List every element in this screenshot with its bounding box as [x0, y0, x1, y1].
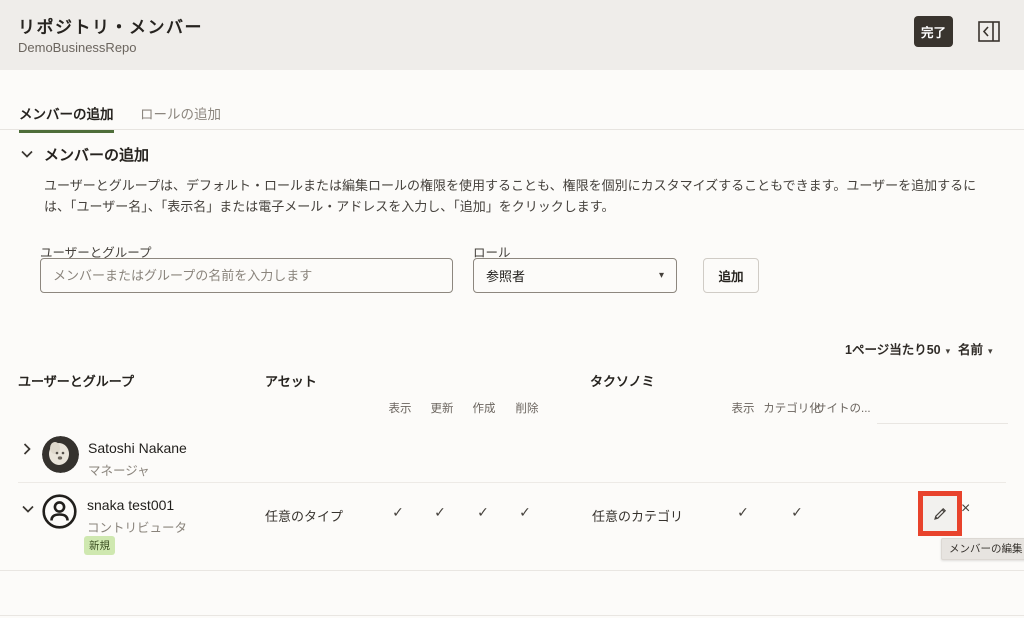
- chevron-down-icon[interactable]: [22, 505, 34, 513]
- chevron-right-icon[interactable]: [23, 443, 31, 455]
- avatar: [42, 436, 79, 473]
- role-select[interactable]: 参照者 ▾: [473, 258, 677, 293]
- check-icon: ✓: [791, 504, 803, 521]
- repository-members-page: リポジトリ・メンバー DemoBusinessRepo 完了 メンバーの追加 ロ…: [0, 0, 1024, 618]
- tab-bar: メンバーの追加 ロールの追加: [0, 96, 1024, 130]
- chevron-down-icon: ▾: [946, 346, 951, 356]
- check-icon: ✓: [477, 504, 489, 521]
- subheader-tax-categorize: カテゴリ化: [763, 400, 821, 416]
- section-description: ユーザーとグループは、デフォルト・ロールまたは編集ロールの権限を使用することも、…: [44, 175, 990, 217]
- member-name-input[interactable]: [40, 258, 453, 293]
- pencil-icon: [933, 507, 947, 521]
- page-title: リポジトリ・メンバー: [18, 13, 203, 38]
- section-divider: [0, 570, 1024, 571]
- subheader-asset-delete: 削除: [516, 400, 539, 416]
- actions-column-divider: [877, 423, 1008, 424]
- per-page-value: 1ページ当たり50: [845, 343, 941, 357]
- done-button[interactable]: 完了: [914, 16, 953, 47]
- chevron-down-icon: ▾: [659, 270, 664, 281]
- subheader-asset-view: 表示: [389, 400, 412, 416]
- tab-add-roles[interactable]: ロールの追加: [140, 103, 221, 123]
- avatar-person-icon: [42, 494, 77, 529]
- repository-name: DemoBusinessRepo: [18, 40, 137, 55]
- taxonomy-scope: 任意のカテゴリ: [592, 506, 683, 525]
- column-header-assets: アセット: [265, 371, 317, 390]
- check-icon: ✓: [737, 504, 749, 521]
- chevron-down-icon: ▾: [988, 346, 993, 356]
- member-name: snaka test001: [87, 497, 174, 513]
- collapse-panel-icon[interactable]: [978, 21, 1000, 42]
- column-header-users: ユーザーとグループ: [18, 371, 134, 390]
- asset-scope: 任意のタイプ: [265, 506, 343, 525]
- subheader-tax-sites: サイトの...: [815, 400, 871, 416]
- sort-dropdown[interactable]: 名前 ▾: [958, 339, 993, 358]
- per-page-dropdown[interactable]: 1ページ当たり50 ▾: [845, 339, 950, 358]
- role-selected-value: 参照者: [486, 266, 525, 285]
- check-icon: ✓: [392, 504, 404, 521]
- bottom-divider: [0, 615, 1024, 616]
- section-collapse-chevron-icon[interactable]: [21, 150, 33, 158]
- action-highlight-box: [918, 491, 962, 536]
- member-role: コントリビュータ: [87, 517, 187, 536]
- sort-value: 名前: [958, 343, 983, 357]
- new-badge: 新規: [84, 536, 115, 555]
- member-name: Satoshi Nakane: [88, 440, 187, 456]
- column-header-taxonomies: タクソノミ: [590, 371, 655, 390]
- subheader-asset-update: 更新: [431, 400, 454, 416]
- tab-add-members[interactable]: メンバーの追加: [19, 103, 114, 123]
- remove-member-button[interactable]: ×: [961, 501, 970, 517]
- add-button[interactable]: 追加: [703, 258, 759, 293]
- section-title: メンバーの追加: [44, 144, 149, 165]
- check-icon: ✓: [519, 504, 531, 521]
- row-divider: [18, 482, 1006, 483]
- subheader-tax-view: 表示: [732, 400, 755, 416]
- subheader-asset-create: 作成: [473, 400, 496, 416]
- check-icon: ✓: [434, 504, 446, 521]
- page-header: リポジトリ・メンバー DemoBusinessRepo 完了: [0, 0, 1024, 70]
- member-role: マネージャ: [88, 460, 150, 479]
- edit-member-button[interactable]: [933, 507, 947, 521]
- edit-member-tooltip: メンバーの編集: [941, 538, 1024, 560]
